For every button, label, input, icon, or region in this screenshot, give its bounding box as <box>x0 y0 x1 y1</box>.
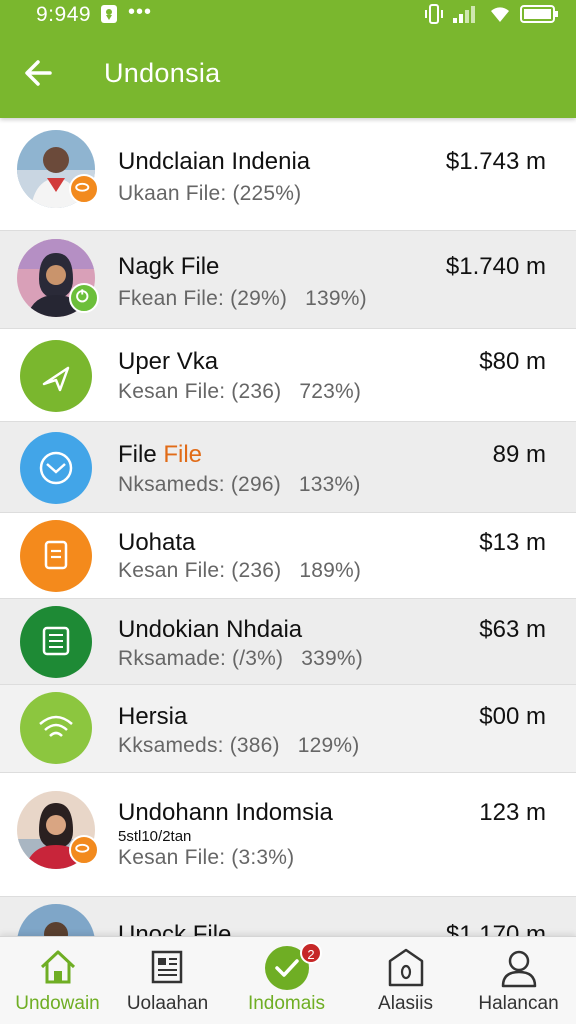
document-icon <box>20 520 92 592</box>
nav-label: Uolaahan <box>126 993 209 1014</box>
item-title: Undokian Nhdaia <box>118 616 303 643</box>
back-arrow-icon[interactable] <box>20 54 58 92</box>
list-item[interactable]: Uper Vka Kesan File: (236) 723%) $80 m <box>0 329 576 422</box>
bottom-navigation: Undowain Uolaahan 2 Indomais Alasiis Hal… <box>0 936 576 1024</box>
wifi-status-icon <box>491 7 509 23</box>
send-icon <box>20 340 92 412</box>
refresh-badge-icon <box>69 283 99 313</box>
list-item[interactable]: Undokian Nhdaia Rksamade: (/3%) 339%) $63… <box>0 599 576 685</box>
item-amount: $13 m <box>479 529 546 556</box>
item-title: Nagk File <box>118 253 220 280</box>
item-subtitle: Kksameds: (386) 129%) <box>118 734 360 757</box>
nav-item-indomais[interactable]: 2 Indomais <box>229 937 344 1024</box>
news-icon <box>151 950 182 984</box>
item-date: 5stl10/2tan <box>118 828 192 845</box>
item-amount: $1.740 m <box>445 253 546 280</box>
nav-item-news[interactable]: Uolaahan <box>110 937 225 1024</box>
wifi-icon <box>20 692 92 764</box>
item-amount: $80 m <box>479 348 546 375</box>
list-document-icon <box>20 606 92 678</box>
item-subtitle: Ukaan File: (225%) <box>118 182 302 205</box>
item-subtitle: Kesan File: (236) 189%) <box>118 559 362 582</box>
shield-icon <box>388 948 423 987</box>
avatar <box>17 904 95 936</box>
list-item[interactable]: Nagk File Fkean File: (29%) 139%) $1.740 … <box>0 231 576 329</box>
item-amount: 89 m <box>492 441 546 468</box>
transaction-list: Undclaian Indenia Ukaan File: (225%) $1.… <box>0 118 576 936</box>
item-title: Uper Vka <box>118 348 219 375</box>
profile-icon <box>501 950 536 988</box>
item-subtitle: Nksameds: (296) 133%) <box>118 473 361 496</box>
nav-label: Halancan <box>478 993 559 1014</box>
avatar <box>17 130 99 208</box>
list-item[interactable]: File File Nksameds: (296) 133%) 89 m <box>0 422 576 513</box>
pay-badge-icon <box>69 835 99 865</box>
item-amount: $1.743 m <box>445 148 546 175</box>
vibrate-icon <box>425 4 443 24</box>
nav-item-alasiis[interactable]: Alasiis <box>348 937 463 1024</box>
list-item[interactable]: Undohann Indomsia 5stl10/2tan Kesan File… <box>0 773 576 897</box>
nav-label: Alasiis <box>378 993 433 1014</box>
item-subtitle: Kesan File: (236) 723%) <box>118 380 362 403</box>
signal-icon <box>453 6 475 23</box>
person-photo <box>17 904 95 936</box>
item-subtitle: Fkean File: (29%) 139%) <box>118 287 367 310</box>
item-amount: $1.170 m <box>445 921 546 936</box>
list-item[interactable]: Uohata Kesan File: (236) 189%) $13 m <box>0 513 576 599</box>
app-bar: 9:949 ••• Undonsia <box>0 0 576 118</box>
nav-item-home[interactable]: Undowain <box>0 937 115 1024</box>
item-title: Undohann Indomsia <box>118 799 333 826</box>
location-icon <box>101 5 117 23</box>
list-item[interactable]: Hersia Kksameds: (386) 129%) $00 m <box>0 685 576 773</box>
item-title: File File <box>118 441 203 468</box>
list-item[interactable]: Undclaian Indenia Ukaan File: (225%) $1.… <box>0 118 576 231</box>
mail-icon <box>20 432 92 504</box>
item-title: Hersia <box>118 703 188 730</box>
item-amount: 123 m <box>479 799 546 826</box>
avatar <box>17 239 99 317</box>
item-amount: $00 m <box>479 703 546 730</box>
battery-icon <box>520 5 558 23</box>
list-item[interactable]: Unock File $1.170 m <box>0 897 576 936</box>
status-time: 9:949 <box>36 3 92 26</box>
pay-badge-icon <box>69 174 99 204</box>
status-bar: 9:949 ••• <box>0 0 576 30</box>
item-subtitle: Kesan File: (3:3%) <box>118 846 295 869</box>
item-title: Uohata <box>118 529 196 556</box>
nav-item-profile[interactable]: Halancan <box>461 937 576 1024</box>
item-title: Undclaian Indenia <box>118 148 311 175</box>
item-amount: $63 m <box>479 616 546 643</box>
notification-badge: 2 <box>300 942 322 964</box>
page-title: Undonsia <box>104 58 221 88</box>
avatar <box>17 791 99 869</box>
home-icon <box>40 950 75 984</box>
item-title: Unock File <box>118 921 232 936</box>
nav-label: Indomais <box>247 993 326 1014</box>
item-subtitle: Rksamade: (/3%) 339%) <box>118 647 363 670</box>
notification-dots: ••• <box>128 1 153 23</box>
nav-label: Undowain <box>15 993 100 1014</box>
